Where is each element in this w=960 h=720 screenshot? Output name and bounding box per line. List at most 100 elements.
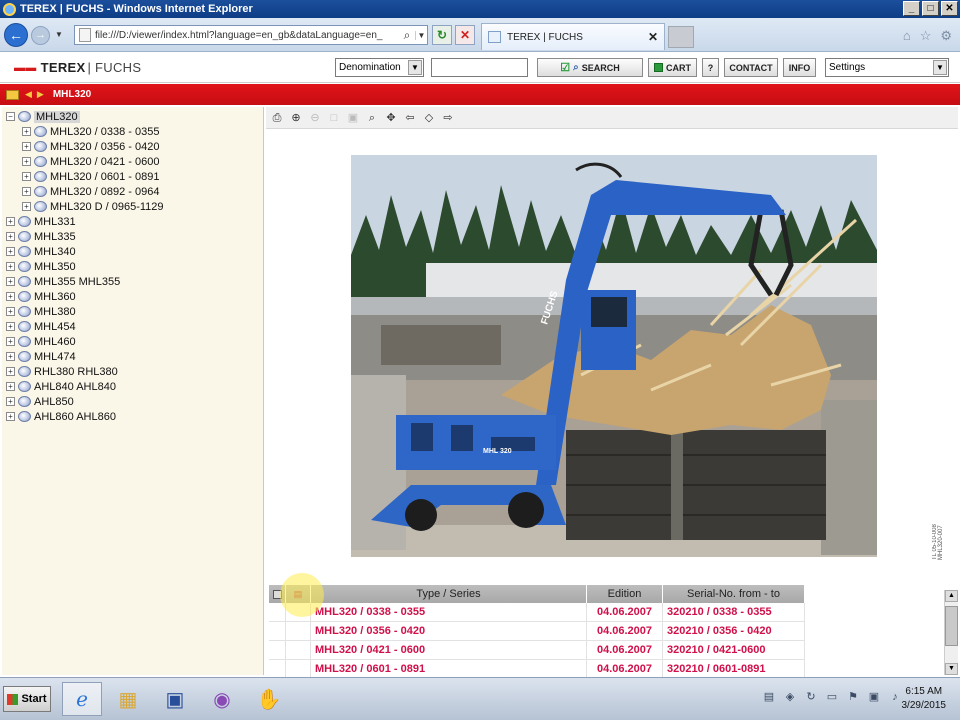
tree-item-model[interactable]: + MHL474 xyxy=(2,349,263,364)
expand-icon[interactable]: + xyxy=(22,127,31,136)
zoom-in-icon[interactable]: ⊕ xyxy=(289,111,303,125)
chevron-down-icon[interactable]: ▼ xyxy=(933,60,947,75)
taskbar-save-icon[interactable]: ▣ xyxy=(155,682,195,716)
search-mode-select[interactable]: Denomination ▼ xyxy=(335,58,424,77)
expand-icon[interactable]: + xyxy=(22,157,31,166)
expand-icon[interactable]: + xyxy=(6,292,15,301)
address-dropdown-icon[interactable]: ▼ xyxy=(415,30,427,40)
tree-item-model[interactable]: + MHL350 xyxy=(2,259,263,274)
row-select-cell[interactable] xyxy=(269,622,286,640)
taskbar-ie-icon[interactable]: ℯ xyxy=(62,682,102,716)
row-select-cell[interactable] xyxy=(269,660,286,678)
nav-forward-arrow-icon[interactable]: ▶ xyxy=(37,89,44,100)
tree-item-model[interactable]: + MHL355 MHL355 xyxy=(2,274,263,289)
table-scrollbar[interactable]: ▲ ▼ xyxy=(944,590,958,675)
scroll-up-icon[interactable]: ▲ xyxy=(945,590,958,602)
tab-close-icon[interactable]: ✕ xyxy=(648,30,658,44)
expand-icon[interactable]: + xyxy=(6,337,15,346)
tree-item-model[interactable]: + MHL460 xyxy=(2,334,263,349)
maximize-button[interactable]: □ xyxy=(922,1,939,16)
back-button[interactable]: ← xyxy=(4,23,28,47)
tray-network-icon[interactable]: ▤ xyxy=(762,690,776,704)
row-type-series[interactable]: MHL320 / 0421 - 0600 xyxy=(311,641,587,659)
recent-pages-dropdown-icon[interactable]: ▼ xyxy=(55,30,63,39)
start-button[interactable]: Start xyxy=(3,686,51,712)
help-button[interactable]: ? xyxy=(702,58,719,77)
tree-item-root[interactable]: − MHL320 xyxy=(2,109,263,124)
next-icon[interactable]: ⇨ xyxy=(441,111,455,125)
tray-security-icon[interactable]: ◈ xyxy=(783,690,797,704)
tree-item-model[interactable]: + MHL335 xyxy=(2,229,263,244)
tree-item-model[interactable]: + RHL380 RHL380 xyxy=(2,364,263,379)
tray-volume-icon[interactable]: ♪ xyxy=(888,690,902,704)
header-checkbox-cell[interactable] xyxy=(269,585,286,603)
favorites-star-icon[interactable]: ☆ xyxy=(920,28,932,44)
expand-icon[interactable]: + xyxy=(6,217,15,226)
tree-item-model[interactable]: + AHL840 AHL840 xyxy=(2,379,263,394)
tray-flag-icon[interactable]: ⚑ xyxy=(846,690,860,704)
expand-icon[interactable]: + xyxy=(22,172,31,181)
chevron-down-icon[interactable]: ▼ xyxy=(408,60,422,75)
tree-item-model[interactable]: + MHL360 xyxy=(2,289,263,304)
center-icon[interactable]: ◇ xyxy=(422,111,436,125)
tree-item-series[interactable]: + MHL320 / 0601 - 0891 xyxy=(2,169,263,184)
row-type-series[interactable]: MHL320 / 0338 - 0355 xyxy=(311,603,587,621)
tree-item-model[interactable]: + AHL860 AHL860 xyxy=(2,409,263,424)
tree-item-series[interactable]: + MHL320 / 0892 - 0964 xyxy=(2,184,263,199)
minimize-button[interactable]: _ xyxy=(903,1,920,16)
row-type-series[interactable]: MHL320 / 0356 - 0420 xyxy=(311,622,587,640)
print-icon[interactable]: ⎙ xyxy=(270,111,284,125)
expand-icon[interactable]: + xyxy=(6,232,15,241)
tree-item-model[interactable]: + MHL331 xyxy=(2,214,263,229)
expand-icon[interactable]: + xyxy=(6,262,15,271)
zoom-area-icon[interactable]: ⌕ xyxy=(365,111,379,125)
close-button[interactable]: ✕ xyxy=(941,1,958,16)
address-bar[interactable]: file:///D:/viewer/index.html?language=en… xyxy=(74,25,428,45)
table-options-icon[interactable] xyxy=(272,589,282,599)
header-serial[interactable]: Serial-No. from - to xyxy=(663,585,805,603)
taskbar-media-icon[interactable]: ◉ xyxy=(202,682,242,716)
expand-icon[interactable]: + xyxy=(6,322,15,331)
tools-gear-icon[interactable]: ⚙ xyxy=(940,28,952,44)
table-row[interactable]: MHL320 / 0356 - 0420 04.06.2007 320210 / 0… xyxy=(269,622,805,641)
browser-tab[interactable]: TEREX | FUCHS ✕ xyxy=(481,23,665,50)
table-row[interactable]: MHL320 / 0338 - 0355 04.06.2007 320210 / 0… xyxy=(269,603,805,622)
tree-item-model[interactable]: + AHL850 xyxy=(2,394,263,409)
folder-icon[interactable] xyxy=(6,89,19,100)
home-icon[interactable]: ⌂ xyxy=(903,28,911,44)
row-type-series[interactable]: MHL320 / 0601 - 0891 xyxy=(311,660,587,678)
expand-icon[interactable]: + xyxy=(6,382,15,391)
tree-item-series[interactable]: + MHL320 / 0356 - 0420 xyxy=(2,139,263,154)
forward-button[interactable]: → xyxy=(31,26,50,45)
pan-icon[interactable]: ✥ xyxy=(384,111,398,125)
url-text[interactable]: file:///D:/viewer/index.html?language=en… xyxy=(95,30,399,41)
tree-item-series[interactable]: + MHL320 / 0421 - 0600 xyxy=(2,154,263,169)
tray-update-icon[interactable]: ↻ xyxy=(804,690,818,704)
tray-display-icon[interactable]: ▭ xyxy=(825,690,839,704)
tree-item-series[interactable]: + MHL320 / 0338 - 0355 xyxy=(2,124,263,139)
settings-select[interactable]: Settings ▼ xyxy=(825,58,949,77)
tray-monitor-icon[interactable]: ▣ xyxy=(867,690,881,704)
address-search-icon[interactable]: ⌕ xyxy=(399,28,415,43)
expand-icon[interactable]: + xyxy=(6,367,15,376)
zoom-fit-icon[interactable]: □ xyxy=(327,111,341,125)
zoom-out-icon[interactable]: ⊖ xyxy=(308,111,322,125)
previous-icon[interactable]: ⇦ xyxy=(403,111,417,125)
scroll-down-icon[interactable]: ▼ xyxy=(945,663,958,675)
row-select-cell[interactable] xyxy=(269,641,286,659)
expand-icon[interactable]: + xyxy=(22,187,31,196)
header-edition[interactable]: Edition xyxy=(587,585,663,603)
tree-item-series[interactable]: + MHL320 D / 0965-1129 xyxy=(2,199,263,214)
table-row[interactable]: MHL320 / 0421 - 0600 04.06.2007 320210 / 0… xyxy=(269,641,805,660)
collapse-icon[interactable]: − xyxy=(6,112,15,121)
taskbar-app-icon[interactable]: ✋ xyxy=(249,682,289,716)
search-input[interactable] xyxy=(431,58,528,77)
refresh-button[interactable]: ↻ xyxy=(432,25,452,45)
info-button[interactable]: INFO xyxy=(783,58,816,77)
contact-button[interactable]: CONTACT xyxy=(724,58,778,77)
cart-button[interactable]: CART xyxy=(648,58,697,77)
system-clock[interactable]: 6:15 AM 3/29/2015 xyxy=(902,685,947,713)
expand-icon[interactable]: + xyxy=(6,412,15,421)
scroll-thumb[interactable] xyxy=(945,606,958,646)
expand-icon[interactable]: + xyxy=(22,142,31,151)
